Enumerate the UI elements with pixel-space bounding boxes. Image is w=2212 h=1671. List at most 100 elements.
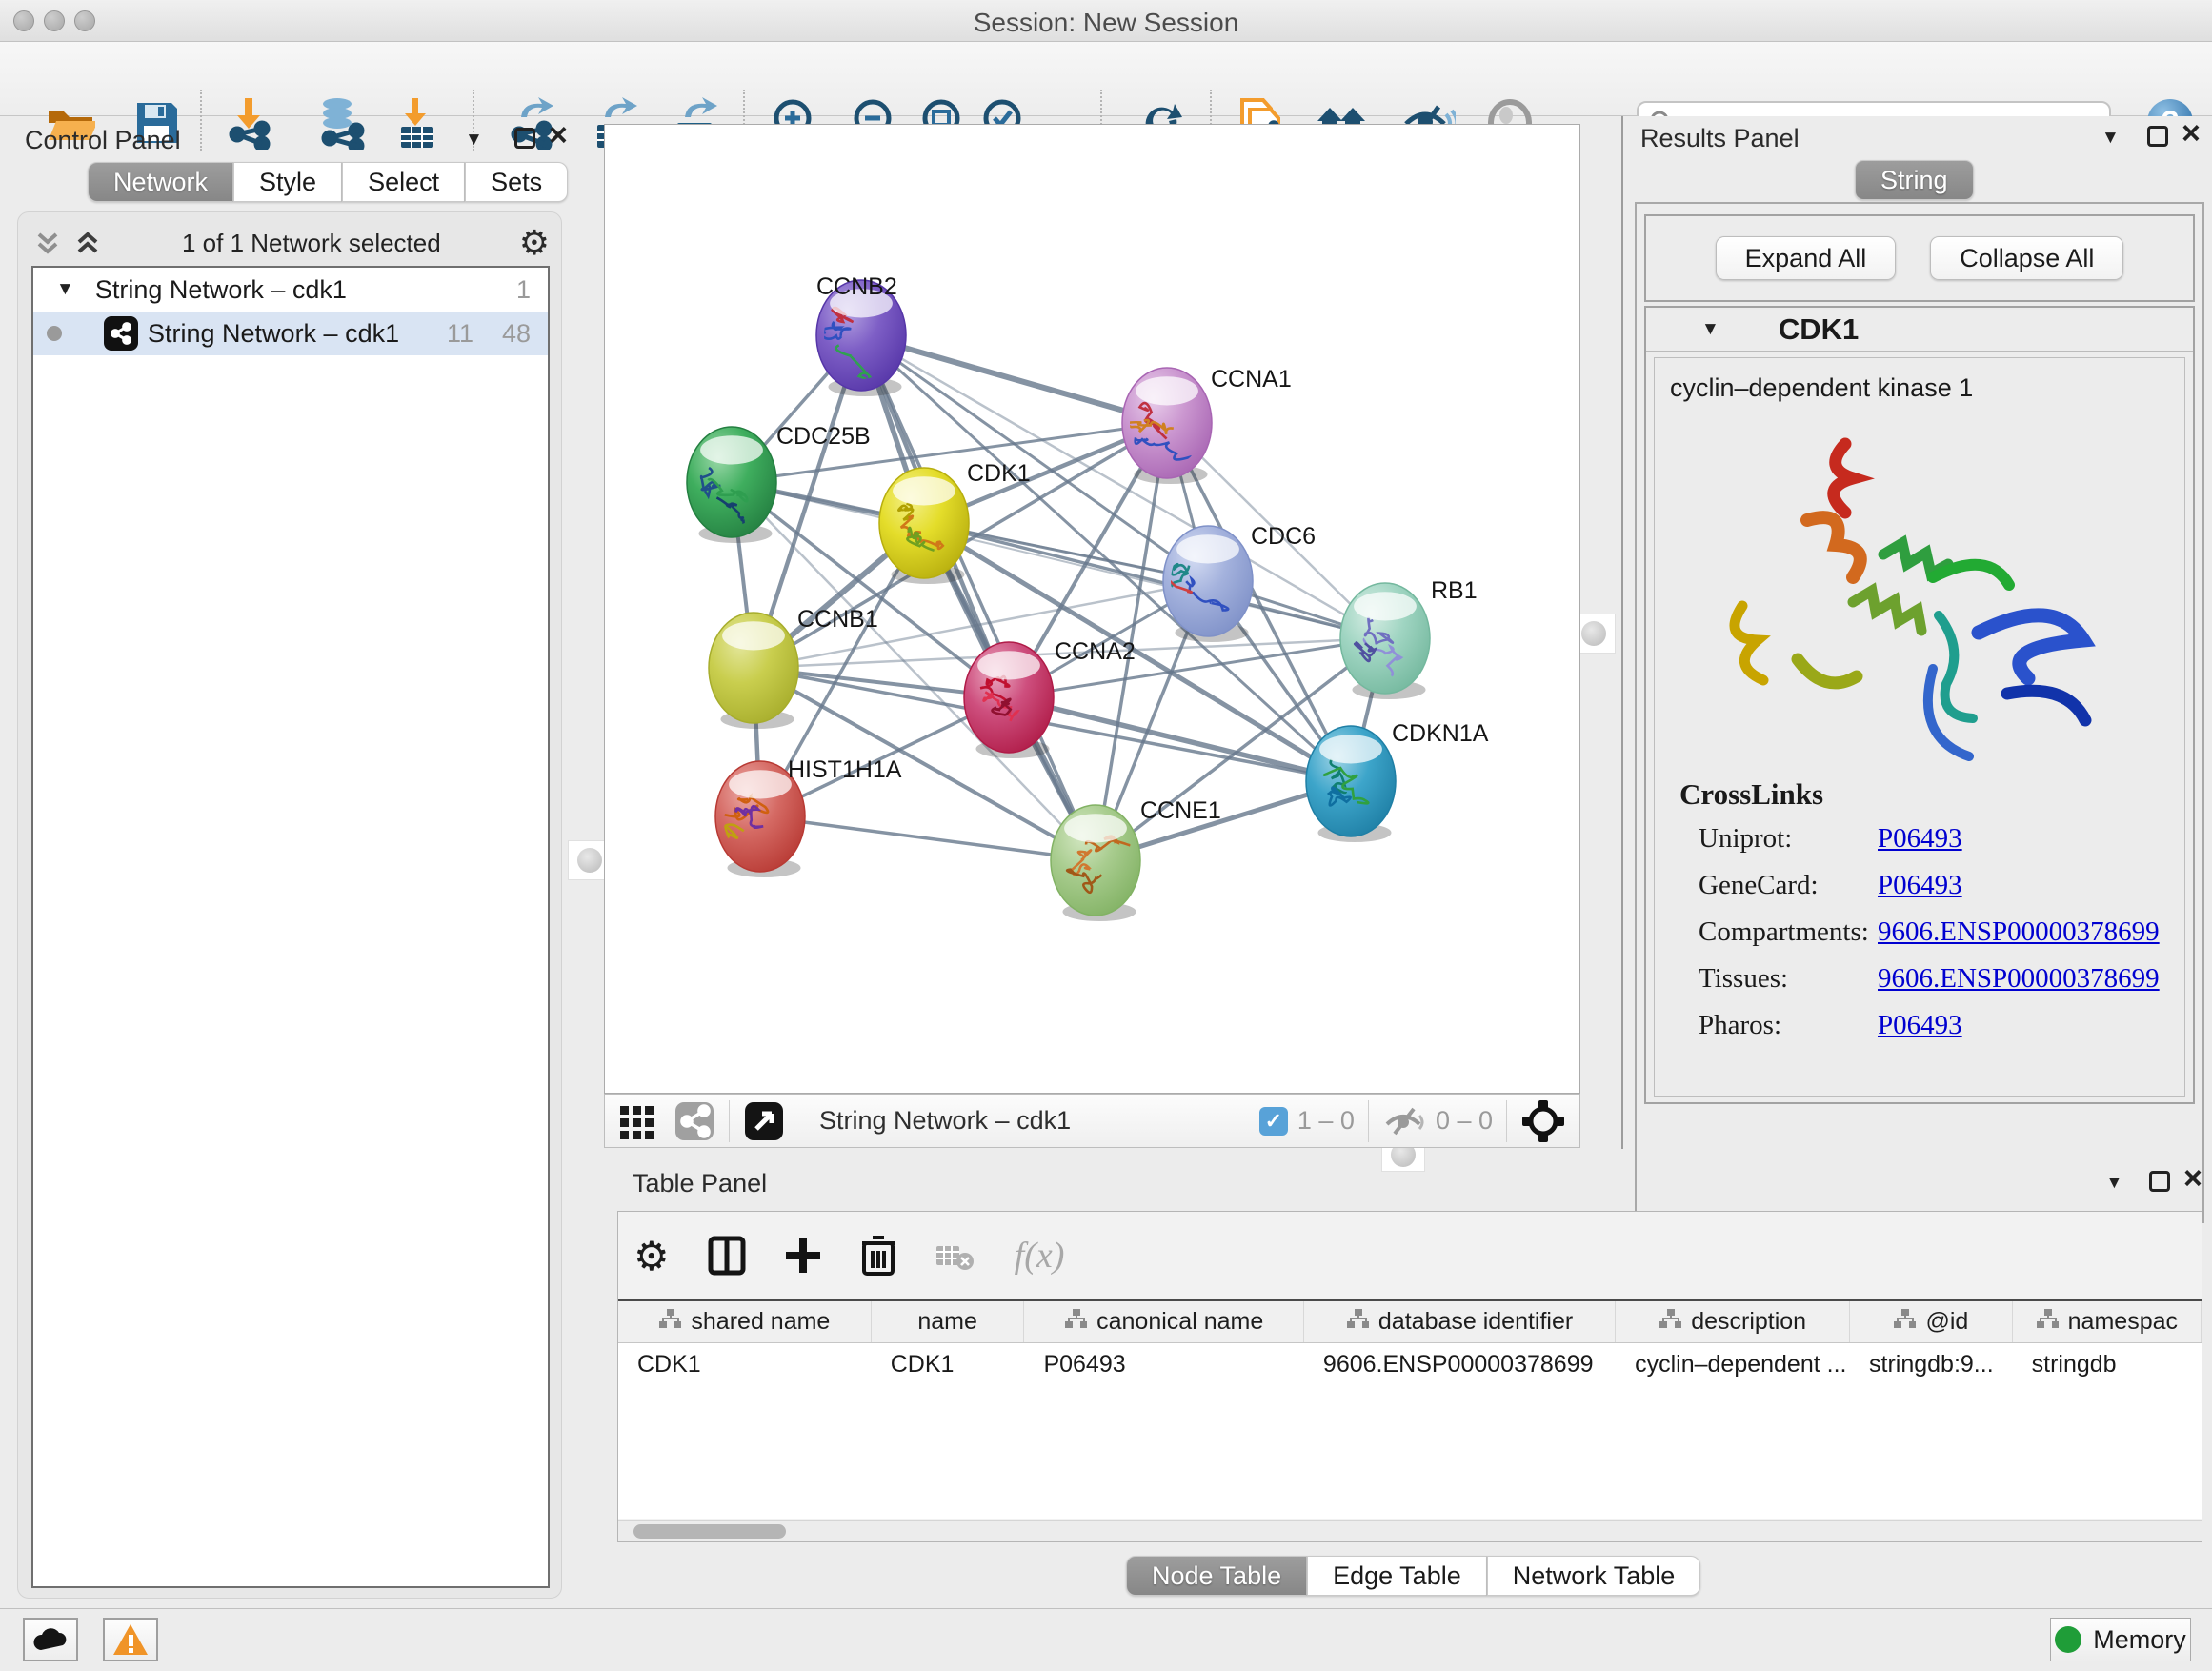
warnings-button[interactable] bbox=[103, 1618, 158, 1661]
grid-view-icon[interactable] bbox=[618, 1102, 656, 1140]
column-header-namespac[interactable]: namespac bbox=[2013, 1301, 2202, 1342]
column-header-name[interactable]: name bbox=[872, 1301, 1025, 1342]
tab-select[interactable]: Select bbox=[342, 162, 465, 202]
crosslink-label: Compartments: bbox=[1699, 916, 1878, 948]
node-label: CCNB1 bbox=[797, 606, 878, 633]
node-label: RB1 bbox=[1431, 577, 1478, 604]
table-horizontal-scrollbar[interactable] bbox=[618, 1520, 2202, 1541]
table-cell[interactable]: CDK1 bbox=[618, 1343, 872, 1385]
network-view-icon[interactable] bbox=[674, 1100, 715, 1142]
tree-expander-icon[interactable]: ▼ bbox=[56, 279, 74, 300]
network-node[interactable]: HIST1H1A bbox=[715, 756, 902, 877]
crosslink-link[interactable]: 9606.ENSP00000378699 bbox=[1878, 916, 2160, 947]
collapse-all-button[interactable]: Collapse All bbox=[1930, 236, 2123, 280]
crosslink-link[interactable]: P06493 bbox=[1878, 1010, 1962, 1040]
column-header-database-identifier[interactable]: database identifier bbox=[1304, 1301, 1616, 1342]
expand-all-icon[interactable] bbox=[71, 229, 104, 257]
network-options-gear-icon[interactable]: ⚙ bbox=[519, 223, 550, 263]
column-header-canonical-name[interactable]: canonical name bbox=[1024, 1301, 1304, 1342]
column-type-icon bbox=[1893, 1308, 1916, 1336]
close-panel-icon[interactable]: × bbox=[2183, 1168, 2202, 1189]
node-label: HIST1H1A bbox=[788, 756, 902, 783]
tab-network[interactable]: Network bbox=[88, 162, 233, 202]
network-canvas[interactable]: CCNB2CCNA1CDC25BCDK1CDC6RB1CCNB1CCNA2CDK… bbox=[604, 124, 1580, 1094]
crosslink-label: GeneCard: bbox=[1699, 870, 1878, 901]
tab-network-table[interactable]: Network Table bbox=[1487, 1556, 1701, 1596]
tab-style[interactable]: Style bbox=[233, 162, 342, 202]
network-node[interactable]: CDKN1A bbox=[1306, 720, 1489, 842]
tab-sets[interactable]: Sets bbox=[465, 162, 568, 202]
crosslink-link[interactable]: P06493 bbox=[1878, 823, 1962, 854]
window-title: Session: New Session bbox=[0, 8, 2212, 38]
table-panel-title: Table Panel bbox=[633, 1169, 767, 1198]
scrollbar-thumb[interactable] bbox=[633, 1524, 786, 1539]
tab-node-table[interactable]: Node Table bbox=[1126, 1556, 1307, 1596]
add-column-icon[interactable] bbox=[784, 1235, 822, 1277]
float-panel-icon[interactable] bbox=[514, 128, 535, 149]
cloud-status-button[interactable] bbox=[23, 1618, 78, 1661]
panel-menu-icon[interactable]: ▼ bbox=[465, 130, 483, 151]
expand-all-button[interactable]: Expand All bbox=[1716, 236, 1897, 280]
delete-column-icon[interactable] bbox=[860, 1234, 896, 1278]
birds-eye-view-icon[interactable] bbox=[743, 1100, 785, 1142]
column-label: canonical name bbox=[1096, 1308, 1263, 1336]
table-cell[interactable]: cyclin–dependent ... bbox=[1616, 1343, 1850, 1385]
tab-edge-table[interactable]: Edge Table bbox=[1307, 1556, 1487, 1596]
crosslink-label: Pharos: bbox=[1699, 1010, 1878, 1041]
column-label: namespac bbox=[2068, 1308, 2178, 1336]
network-edge[interactable] bbox=[861, 335, 1167, 423]
close-panel-icon[interactable]: × bbox=[2182, 123, 2201, 144]
show-columns-icon[interactable] bbox=[708, 1235, 746, 1277]
memory-button[interactable]: Memory bbox=[2050, 1618, 2191, 1661]
collapse-all-icon[interactable] bbox=[31, 229, 64, 257]
current-network-name: String Network – cdk1 bbox=[819, 1106, 1071, 1136]
network-node[interactable]: CCNA1 bbox=[1122, 366, 1292, 484]
edge-count: 48 bbox=[502, 319, 531, 349]
panel-menu-icon[interactable]: ▼ bbox=[2105, 1173, 2123, 1194]
network-node[interactable]: CCNB2 bbox=[816, 273, 906, 396]
table-cell[interactable]: stringdb:9... bbox=[1850, 1343, 2013, 1385]
section-expander-icon[interactable]: ▼ bbox=[1701, 319, 1719, 340]
close-panel-icon[interactable]: × bbox=[549, 125, 568, 146]
table-cell[interactable]: 9606.ENSP00000378699 bbox=[1304, 1343, 1616, 1385]
panel-menu-icon[interactable]: ▼ bbox=[2101, 128, 2120, 149]
fit-selected-crosshair-icon[interactable] bbox=[1520, 1098, 1566, 1144]
network-row[interactable]: String Network – cdk1 11 48 bbox=[33, 312, 548, 355]
crosslink-link[interactable]: P06493 bbox=[1878, 870, 1962, 900]
function-builder-button[interactable]: f(x) bbox=[1015, 1235, 1065, 1277]
network-node[interactable]: CCNA2 bbox=[964, 638, 1136, 758]
memory-label: Memory bbox=[2093, 1625, 2186, 1655]
float-panel-icon[interactable] bbox=[2147, 126, 2168, 147]
network-node[interactable]: CCNE1 bbox=[1051, 797, 1221, 921]
float-panel-icon[interactable] bbox=[2149, 1171, 2170, 1192]
table-toolbar: ⚙ f(x) bbox=[633, 1225, 1064, 1286]
table-cell[interactable]: stringdb bbox=[2013, 1343, 2202, 1385]
table-cell[interactable]: CDK1 bbox=[872, 1343, 1025, 1385]
node-count: 11 bbox=[447, 319, 473, 349]
crosslink-label: Uniprot: bbox=[1699, 823, 1878, 855]
network-node[interactable]: CCNB1 bbox=[709, 606, 878, 729]
column-header-shared-name[interactable]: shared name bbox=[618, 1301, 872, 1342]
network-node[interactable]: RB1 bbox=[1340, 577, 1478, 699]
network-collection-row[interactable]: ▼ String Network – cdk1 1 bbox=[33, 268, 548, 312]
table-options-gear-icon[interactable]: ⚙ bbox=[633, 1233, 670, 1279]
tab-string[interactable]: String bbox=[1855, 160, 1974, 200]
hidden-eye-icon[interactable] bbox=[1382, 1103, 1426, 1139]
network-tree: ▼ String Network – cdk1 1 String Network… bbox=[31, 266, 550, 1588]
network-node[interactable]: CDC25B bbox=[687, 423, 871, 543]
selected-checkbox[interactable]: ✓ bbox=[1259, 1107, 1288, 1136]
column-header-description[interactable]: description bbox=[1616, 1301, 1850, 1342]
table-cell[interactable]: P06493 bbox=[1024, 1343, 1303, 1385]
gene-name: CDK1 bbox=[1779, 312, 1859, 347]
network-edge[interactable] bbox=[760, 816, 1096, 860]
column-header-@id[interactable]: @id bbox=[1850, 1301, 2013, 1342]
string-results-buttons: Expand All Collapse All bbox=[1644, 214, 2195, 302]
table-row[interactable]: CDK1CDK1P064939606.ENSP00000378699cyclin… bbox=[618, 1343, 2202, 1385]
crosslink-link[interactable]: 9606.ENSP00000378699 bbox=[1878, 963, 2160, 994]
column-type-icon bbox=[1064, 1308, 1087, 1336]
column-type-icon bbox=[658, 1308, 681, 1336]
node-table: shared namename canonical name database id… bbox=[618, 1299, 2202, 1519]
control-panel: Control Panel ▼ × NetworkStyleSelectSets… bbox=[8, 124, 572, 1599]
gene-section-header[interactable]: ▼ CDK1 bbox=[1646, 308, 2193, 352]
node-label: CCNA1 bbox=[1211, 366, 1292, 393]
